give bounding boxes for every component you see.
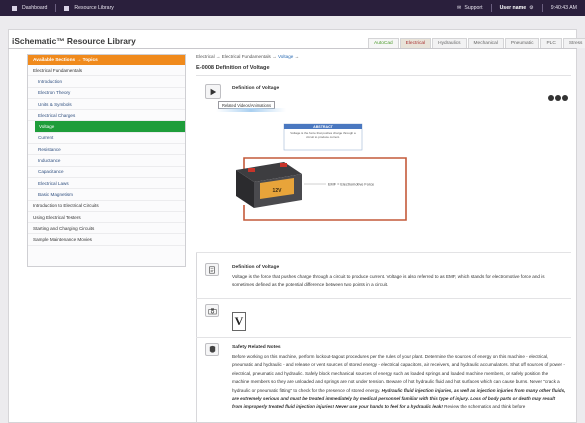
document-icon — [205, 263, 219, 276]
discipline-tabs: AutoCad Electrical Hydraulics Mechanical… — [368, 38, 585, 48]
support-icon: ✉ — [457, 5, 462, 11]
right-divider — [490, 4, 492, 12]
battery-illustration: 12V — [236, 162, 302, 208]
sidebar-item-introduction[interactable]: Introduction — [28, 76, 185, 88]
playback-controls — [548, 95, 568, 101]
sidebar-item-inductance[interactable]: Inductance — [28, 155, 185, 167]
breadcrumb: Electrical → Electrical Fundamentals → V… — [196, 54, 299, 59]
top-nav: Dashboard Resource Library — [0, 4, 114, 12]
play-button[interactable] — [205, 84, 221, 99]
breadcrumb-voltage[interactable]: Voltage — [278, 54, 293, 59]
section-divider — [196, 337, 571, 338]
column-divider — [196, 253, 197, 423]
nav-divider — [55, 4, 57, 12]
pause-icon[interactable] — [555, 95, 561, 101]
sidebar-item-current[interactable]: Current — [28, 133, 185, 145]
voltage-symbol: V — [232, 312, 246, 331]
breadcrumb-separator: → — [294, 54, 300, 59]
sidebar-item-electrical-fundamentals[interactable]: Electrical Fundamentals — [28, 65, 185, 77]
dashboard-link[interactable]: Dashboard — [22, 5, 47, 11]
video-title: Definition of Voltage — [232, 86, 280, 91]
safety-text: Before working on this machine, perform … — [232, 353, 566, 412]
sidebar-item-units-symbols[interactable]: Units & Symbols — [28, 99, 185, 111]
tab-plc[interactable]: PLC — [540, 38, 562, 48]
sidebar-item-intro-circuits[interactable]: Introduction to Electrical Circuits — [28, 201, 185, 212]
abstract-banner: ABSTRACT Voltage is the force that pushe… — [283, 123, 363, 151]
section-divider — [196, 298, 571, 299]
sidebar-item-starting-charging[interactable]: Starting and Charging Circuits — [28, 223, 185, 235]
document-title: E-0008 Definition of Voltage — [196, 65, 270, 71]
title-divider — [8, 48, 577, 49]
banner-title: ABSTRACT — [313, 125, 334, 129]
camera-icon — [205, 304, 219, 317]
safety-text-tail: Review the schematics and think before — [444, 404, 526, 410]
settings-icon[interactable]: ⚙ — [529, 5, 534, 11]
tab-hydraulics[interactable]: Hydraulics — [432, 38, 467, 48]
breadcrumb-separator: → — [215, 54, 221, 59]
resource-library-link[interactable]: Resource Library — [74, 5, 114, 11]
emf-label: EMF = Electromotive Force — [328, 183, 374, 187]
sidebar-item-resistance[interactable]: Resistance — [28, 144, 185, 156]
section-divider — [196, 252, 571, 253]
sidebar-item-electrical-charges[interactable]: Electrical Charges — [28, 110, 185, 122]
breadcrumb-fundamentals[interactable]: Electrical Fundamentals — [222, 54, 271, 59]
sidebar-item-voltage[interactable]: Voltage — [35, 121, 185, 133]
tab-stress[interactable]: Stress — [562, 38, 585, 48]
rewind-icon[interactable] — [548, 95, 554, 101]
sidebar-item-electrical-testers[interactable]: Using Electrical Testers — [28, 212, 185, 224]
safety-title: Safety Related Notes — [232, 345, 281, 350]
top-bar: Dashboard Resource Library ✉ Support Use… — [0, 0, 585, 16]
tab-mechanical[interactable]: Mechanical — [467, 38, 504, 48]
tab-autocad[interactable]: AutoCad — [368, 38, 399, 48]
banner-text: Voltage is the force that pushes charge … — [290, 131, 356, 139]
glow-bar — [216, 108, 286, 112]
time-divider — [541, 4, 543, 12]
tab-electrical[interactable]: Electrical — [399, 38, 432, 48]
support-link[interactable]: Support — [464, 5, 482, 11]
user-menu[interactable]: User name — [500, 5, 527, 11]
battery-label: 12V — [273, 188, 283, 194]
forward-icon[interactable] — [562, 95, 568, 101]
tab-pneumatic[interactable]: Pneumatic — [504, 38, 540, 48]
breadcrumb-separator: → — [272, 54, 277, 59]
dashboard-icon — [12, 5, 17, 11]
library-icon — [64, 5, 70, 11]
safety-icon — [205, 343, 219, 356]
sidebar-item-maintenance-movies[interactable]: Sample Maintenance Movies — [28, 234, 185, 246]
title-underline — [196, 75, 571, 76]
top-right: ✉ Support User name ⚙ 9:40:43 AM — [457, 4, 585, 12]
sidebar-header: Available Sections → Topics — [28, 55, 185, 65]
sidebar-item-capacitance[interactable]: Capacitance — [28, 167, 185, 178]
breadcrumb-electrical[interactable]: Electrical — [196, 54, 215, 59]
definition-text: Voltage is the force that pushes charge … — [232, 274, 545, 288]
sidebar-item-electron-theory[interactable]: Electron Theory — [28, 88, 185, 99]
page-title: iSchematic™ Resource Library — [12, 36, 136, 46]
sidebar-item-electrical-laws[interactable]: Electrical Laws — [28, 178, 185, 190]
play-icon — [210, 88, 217, 95]
sidebar-item-basic-magnetism[interactable]: Basic Magnetism — [28, 189, 185, 201]
topics-sidebar: Available Sections → Topics Electrical F… — [27, 54, 186, 267]
definition-title: Definition of Voltage — [232, 265, 280, 270]
clock: 9:40:43 AM — [550, 5, 577, 11]
voltage-animation[interactable]: ABSTRACT Voltage is the force that pushe… — [196, 108, 496, 253]
